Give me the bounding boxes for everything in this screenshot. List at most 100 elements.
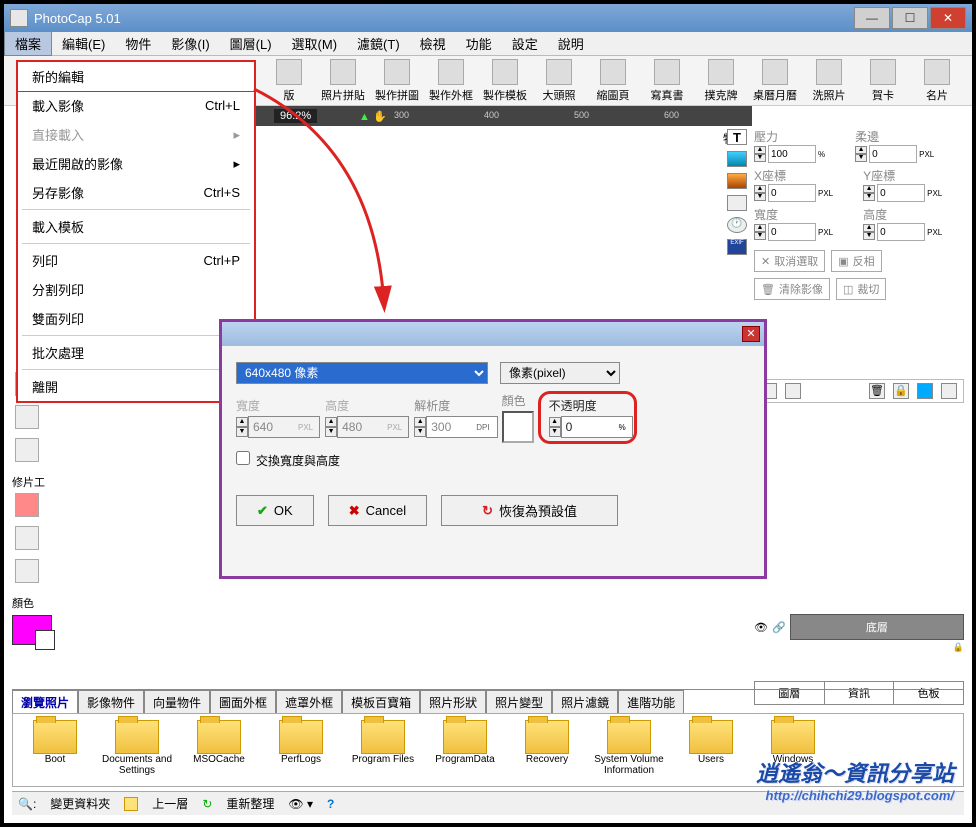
text-tool-icon[interactable]: T <box>727 129 747 145</box>
bottom-tab-6[interactable]: 照片形狀 <box>420 690 486 713</box>
file-menu-item-1[interactable]: 載入影像Ctrl+L <box>18 91 254 120</box>
menu-func[interactable]: 功能 <box>456 32 502 55</box>
file-menu-item-2[interactable]: 直接載入▸ <box>18 120 254 149</box>
folder-item[interactable]: Documents and Settings <box>99 720 175 780</box>
trash-icon[interactable]: 🗑 <box>869 383 885 399</box>
grad-icon[interactable] <box>727 151 747 167</box>
close-button[interactable]: ✕ <box>930 7 966 29</box>
h-input[interactable] <box>877 223 925 241</box>
toolbar-btn-7[interactable]: 寫真書 <box>642 59 692 103</box>
bottom-tab-4[interactable]: 遮罩外框 <box>276 690 342 713</box>
toolbar-btn-6[interactable]: 縮圖頁 <box>588 59 638 103</box>
bottom-tab-1[interactable]: 影像物件 <box>78 690 144 713</box>
file-menu-item-0[interactable]: 新的編輯 <box>17 61 255 92</box>
menu-view[interactable]: 檢視 <box>410 32 456 55</box>
bottom-tab-9[interactable]: 進階功能 <box>618 690 684 713</box>
tool-stamp[interactable] <box>15 559 39 583</box>
clear-image-button[interactable]: 🗑 清除影像 <box>754 278 830 300</box>
toolbar-btn-4[interactable]: 製作模板 <box>480 59 530 103</box>
dialog-close-button[interactable]: ✕ <box>742 326 760 342</box>
x-input[interactable] <box>768 184 816 202</box>
folder-item[interactable]: Boot <box>17 720 93 780</box>
folder-item[interactable]: Users <box>673 720 749 780</box>
ok-button[interactable]: ✔OK <box>236 495 314 526</box>
menu-edit[interactable]: 編輯(E) <box>52 32 115 55</box>
base-layer[interactable]: 底層 <box>790 614 964 640</box>
pressure-input[interactable] <box>768 145 816 163</box>
preset-select[interactable]: 640x480 像素 <box>236 362 488 384</box>
lock-icon[interactable]: 🔒 <box>893 383 909 399</box>
menu-help[interactable]: 說明 <box>548 32 594 55</box>
folder-item[interactable]: Windows <box>755 720 831 780</box>
toolbar-btn-9[interactable]: 桌曆月曆 <box>750 59 800 103</box>
invert-button[interactable]: ▣ 反相 <box>831 250 881 272</box>
help-icon[interactable]: ? <box>327 797 334 811</box>
menu-select[interactable]: 選取(M) <box>282 32 348 55</box>
menu-image[interactable]: 影像(I) <box>161 32 219 55</box>
move-tool-icon[interactable]: ▲ ✋ <box>359 110 387 123</box>
bottom-tab-2[interactable]: 向量物件 <box>144 690 210 713</box>
toolbar-btn-0[interactable]: 版 <box>264 59 314 103</box>
unit-select[interactable]: 像素(pixel) <box>500 362 620 384</box>
change-folder[interactable]: 變更資料夾 <box>50 795 110 812</box>
grad2-icon[interactable] <box>727 173 747 189</box>
soft-input[interactable] <box>869 145 917 163</box>
toolbar-btn-5[interactable]: 大頭照 <box>534 59 584 103</box>
dialog-titlebar[interactable]: ✕ <box>222 322 764 346</box>
minimize-button[interactable]: — <box>854 7 890 29</box>
toolbar-btn-10[interactable]: 洗照片 <box>804 59 854 103</box>
maximize-button[interactable]: ☐ <box>892 7 928 29</box>
swap-checkbox-label[interactable]: 交換寬度與高度 <box>236 451 340 469</box>
toolbar-btn-11[interactable]: 賀卡 <box>858 59 908 103</box>
swap-checkbox[interactable] <box>236 451 250 465</box>
color-swatch[interactable] <box>12 615 52 645</box>
folder-item[interactable]: Program Files <box>345 720 421 780</box>
frame-icon[interactable] <box>727 195 747 211</box>
cancel-selection-button[interactable]: ✕ 取消選取 <box>754 250 825 272</box>
crop-button[interactable]: ◫ 裁切 <box>836 278 886 300</box>
bottom-tab-3[interactable]: 圖面外框 <box>210 690 276 713</box>
tool-pencil[interactable] <box>15 405 39 429</box>
folder-item[interactable]: MSOCache <box>181 720 257 780</box>
visibility-icon[interactable]: 👁 <box>754 621 768 634</box>
icon2[interactable] <box>785 383 801 399</box>
display-icon[interactable] <box>917 383 933 399</box>
clock-icon[interactable]: 🕐 <box>727 217 747 233</box>
bottom-tab-8[interactable]: 照片濾鏡 <box>552 690 618 713</box>
bottom-tab-5[interactable]: 模板百寶箱 <box>342 690 420 713</box>
folder-item[interactable]: PerfLogs <box>263 720 339 780</box>
folder-item[interactable]: Recovery <box>509 720 585 780</box>
folder-item[interactable]: ProgramData <box>427 720 503 780</box>
menu-settings[interactable]: 設定 <box>502 32 548 55</box>
menu-file[interactable]: 檔案 <box>4 31 52 56</box>
file-menu-item-3[interactable]: 最近開啟的影像▸ <box>18 149 254 178</box>
toolbar-btn-2[interactable]: 製作拼圖 <box>372 59 422 103</box>
tool-shape[interactable] <box>15 438 39 462</box>
more-icon[interactable] <box>941 383 957 399</box>
file-menu-item-4[interactable]: 另存影像Ctrl+S <box>18 178 254 207</box>
cancel-button[interactable]: ✖Cancel <box>328 495 427 526</box>
bottom-tab-7[interactable]: 照片變型 <box>486 690 552 713</box>
up-level[interactable]: 上一層 <box>152 795 188 812</box>
file-menu-item-8[interactable]: 列印Ctrl+P <box>18 246 254 275</box>
tool-brush[interactable] <box>15 526 39 550</box>
y-input[interactable] <box>877 184 925 202</box>
toolbar-btn-1[interactable]: 照片拼貼 <box>318 59 368 103</box>
menu-object[interactable]: 物件 <box>115 32 161 55</box>
folder-up-icon[interactable] <box>124 797 138 811</box>
menu-filter[interactable]: 濾鏡(T) <box>347 32 410 55</box>
exif-icon[interactable]: EXIF <box>727 239 747 255</box>
view-icon[interactable]: 👁 ▾ <box>288 797 313 811</box>
menu-layer[interactable]: 圖層(L) <box>220 32 282 55</box>
toolbar-btn-12[interactable]: 名片 <box>912 59 962 103</box>
bottom-tab-0[interactable]: 瀏覽照片 <box>12 690 78 713</box>
toolbar-btn-8[interactable]: 撲克牌 <box>696 59 746 103</box>
reset-button[interactable]: ↻恢復為預設值 <box>441 495 618 526</box>
color-swatch-input[interactable] <box>502 411 534 443</box>
toolbar-btn-3[interactable]: 製作外框 <box>426 59 476 103</box>
file-menu-item-9[interactable]: 分割列印 <box>18 275 254 304</box>
file-menu-item-6[interactable]: 載入模板 <box>18 212 254 241</box>
folder-item[interactable]: System Volume Information <box>591 720 667 780</box>
refresh[interactable]: 重新整理 <box>226 795 274 812</box>
tool-redeye[interactable] <box>15 493 39 517</box>
